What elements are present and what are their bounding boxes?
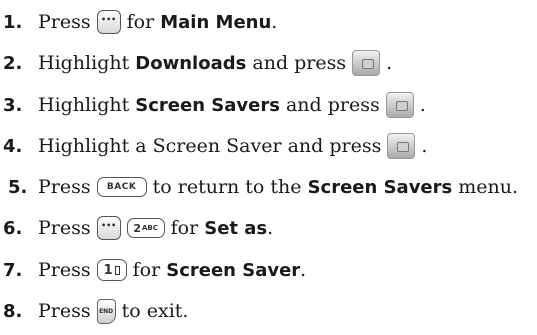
step-number: 2.	[3, 52, 23, 74]
menu-name: Main Menu	[160, 11, 272, 33]
step-text: Highlight	[38, 52, 130, 74]
step-8: 8. Press END to exit.	[0, 291, 188, 331]
envelope-icon	[114, 265, 120, 275]
step-text: and press	[285, 94, 380, 116]
menu-key-icon: •••	[96, 10, 121, 34]
step-3: 3. Highlight Screen Savers and press .	[0, 85, 426, 125]
step-number: 6.	[3, 217, 23, 239]
step-2: 2. Highlight Downloads and press .	[0, 43, 392, 83]
step-text: .	[271, 11, 278, 33]
step-text: .	[419, 94, 426, 116]
step-text: Highlight	[38, 94, 130, 116]
menu-name: Screen Saver	[166, 259, 301, 281]
menu-name: Set as	[204, 217, 268, 239]
step-text: .	[386, 52, 393, 74]
step-number: 1.	[3, 11, 23, 33]
step-1: 1. Press ••• for Main Menu .	[0, 2, 277, 42]
step-text: Press	[38, 11, 91, 33]
step-text: Press	[38, 217, 91, 239]
menu-key-icon: •••	[96, 216, 121, 240]
key-digit: 1	[103, 262, 113, 278]
step-text: Highlight a Screen Saver and press	[38, 135, 382, 157]
key-letters: ABC	[142, 224, 158, 232]
step-text: and press	[252, 52, 347, 74]
step-text: Press	[38, 300, 91, 322]
step-text: for	[170, 217, 199, 239]
step-text: .	[267, 217, 274, 239]
step-text: to exit.	[121, 300, 189, 322]
step-text: for	[126, 11, 155, 33]
step-7: 7. Press 1 for Screen Saver .	[0, 250, 306, 290]
menu-name: Downloads	[135, 52, 247, 74]
ok-key-icon	[352, 50, 381, 76]
two-abc-key-icon: 2 ABC	[126, 218, 165, 238]
step-number: 3.	[3, 94, 23, 116]
step-number: 5.	[8, 176, 28, 198]
menu-name: Screen Savers	[135, 94, 280, 116]
step-text: .	[421, 135, 428, 157]
step-text: for	[132, 259, 161, 281]
ok-key-icon	[385, 92, 414, 118]
ok-key-icon	[387, 133, 416, 159]
step-number: 8.	[3, 300, 23, 322]
step-4: 4. Highlight a Screen Saver and press .	[0, 126, 427, 166]
step-5: 5. Press BACK to return to the Screen Sa…	[0, 167, 518, 207]
menu-name: Screen Savers	[307, 176, 453, 198]
step-text: menu.	[458, 176, 519, 198]
step-number: 7.	[3, 259, 23, 281]
step-text: to return to the	[152, 176, 302, 198]
key-digit: 2	[133, 221, 142, 235]
step-6: 6. Press ••• 2 ABC for Set as .	[0, 208, 273, 248]
end-key-icon: END	[96, 298, 116, 324]
step-number: 4.	[3, 135, 23, 157]
step-text: Press	[38, 176, 91, 198]
back-key-icon: BACK	[96, 177, 147, 197]
step-text: .	[300, 259, 307, 281]
step-text: Press	[38, 259, 91, 281]
one-voicemail-key-icon: 1	[96, 259, 127, 281]
instruction-list: 1. Press ••• for Main Menu . 2. Highligh…	[0, 0, 537, 335]
